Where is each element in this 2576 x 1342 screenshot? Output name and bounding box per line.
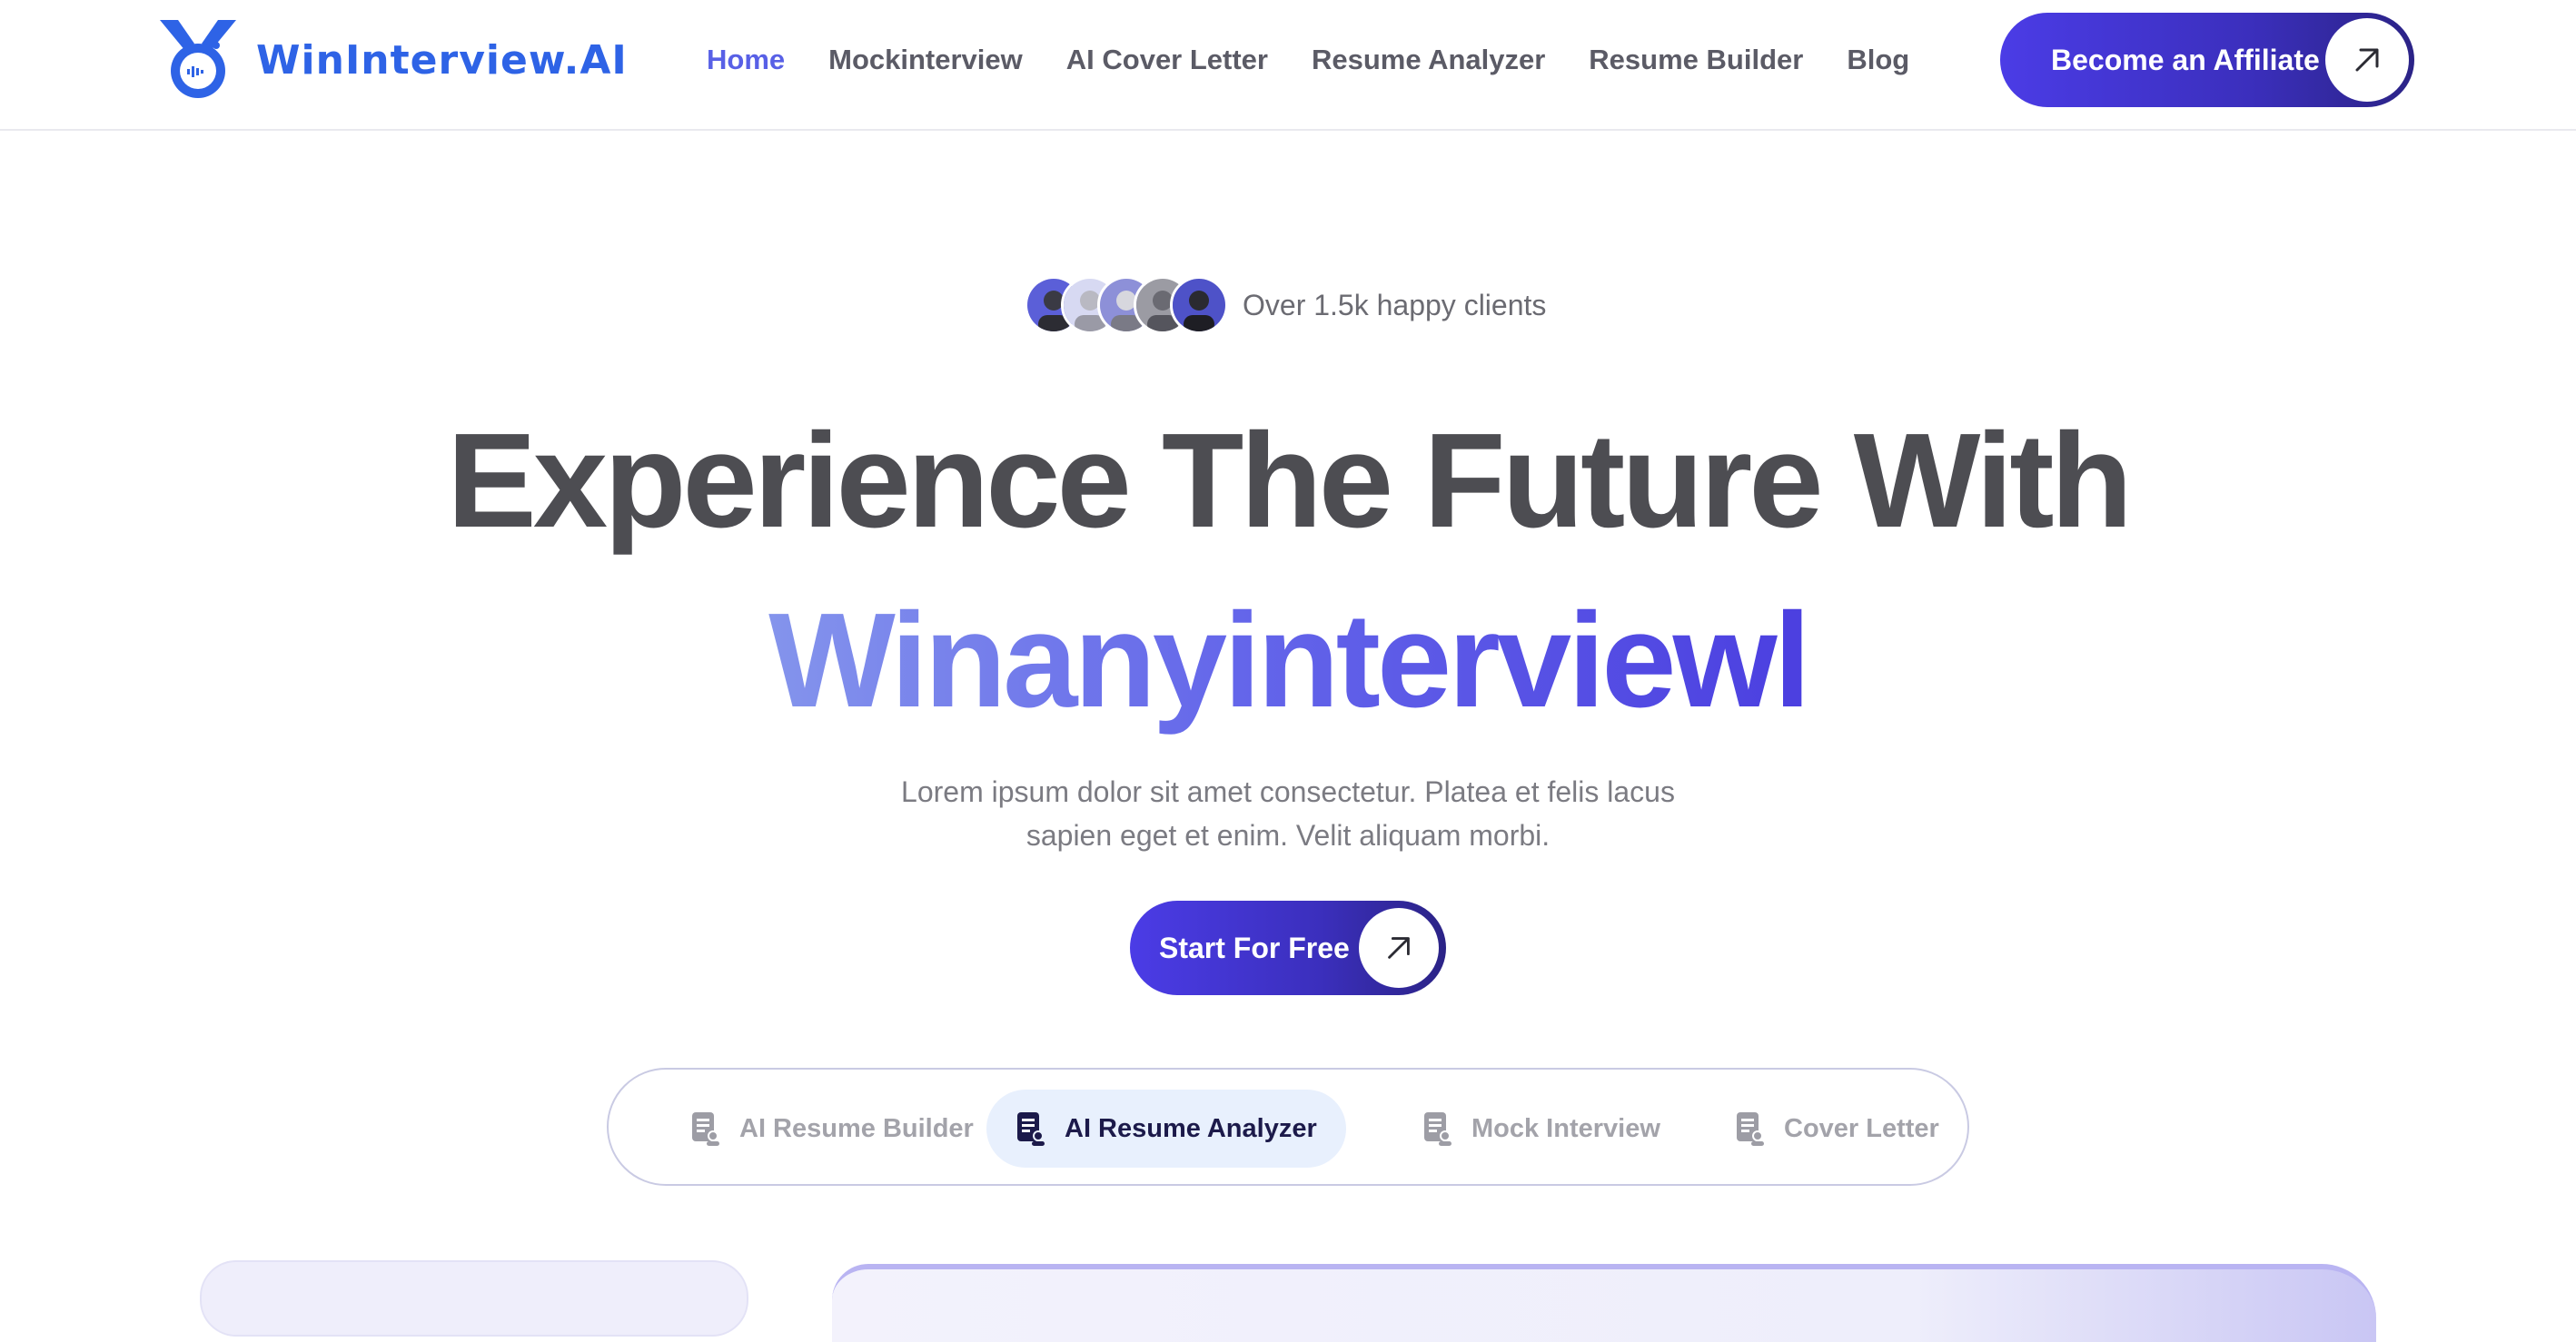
- nav-item-ai-cover-letter[interactable]: AI Cover Letter: [1066, 36, 1268, 84]
- tab-ai-resume-analyzer[interactable]: AI Resume Analyzer: [986, 1090, 1346, 1168]
- document-user-icon: [1017, 1112, 1045, 1146]
- start-for-free-label: Start For Free: [1159, 931, 1350, 964]
- tab-cover-letter[interactable]: Cover Letter: [1706, 1090, 1968, 1168]
- tab-label: Cover Letter: [1784, 1113, 1939, 1143]
- tab-label: AI Resume Builder: [739, 1113, 974, 1143]
- tab-label: AI Resume Analyzer: [1065, 1113, 1317, 1143]
- content-card-preview: [832, 1264, 2376, 1342]
- arrow-up-right-icon: [2325, 18, 2409, 102]
- document-user-icon: [692, 1112, 719, 1146]
- become-affiliate-button[interactable]: Become an Affiliate: [2000, 13, 2414, 107]
- hero-title: Experience The Future With: [447, 406, 2133, 556]
- document-user-icon: [1424, 1112, 1451, 1146]
- tab-ai-resume-builder[interactable]: AI Resume Builder: [661, 1090, 1003, 1168]
- tab-mock-interview[interactable]: Mock Interview: [1393, 1090, 1689, 1168]
- feature-tabs: AI Resume Builder AI Resume Analyzer Moc…: [607, 1068, 1969, 1186]
- nav-item-home[interactable]: Home: [707, 36, 785, 84]
- nav-item-resume-analyzer[interactable]: Resume Analyzer: [1312, 36, 1545, 84]
- avatar-group: [1025, 276, 1228, 334]
- hero-description: Lorem ipsum dolor sit amet consectetur. …: [901, 775, 1675, 852]
- happy-clients-text: Over 1.5k happy clients: [1243, 288, 1547, 321]
- arrow-up-right-icon: [1359, 908, 1439, 988]
- brand-name: WinInterview.AI: [256, 36, 628, 84]
- start-for-free-button[interactable]: Start For Free: [1130, 901, 1446, 995]
- site-header: WinInterview.AI Home Mockinterview AI Co…: [0, 0, 2576, 131]
- document-user-icon: [1737, 1112, 1764, 1146]
- medal-chat-logo-icon: [160, 20, 236, 98]
- nav-item-mockinterview[interactable]: Mockinterview: [828, 36, 1023, 84]
- nav-item-blog[interactable]: Blog: [1847, 36, 1909, 84]
- content-card-left: [200, 1260, 748, 1337]
- happy-clients: Over 1.5k happy clients: [1025, 272, 1546, 338]
- tab-label: Mock Interview: [1471, 1113, 1660, 1143]
- hero-brand-text: Winanyinterviewl: [768, 586, 1811, 735]
- become-affiliate-label: Become an Affiliate: [2051, 43, 2320, 76]
- nav-item-resume-builder[interactable]: Resume Builder: [1589, 36, 1803, 84]
- avatar: [1170, 276, 1228, 334]
- brand-logo[interactable]: WinInterview.AI: [158, 18, 628, 102]
- main-nav: Home Mockinterview AI Cover Letter Resum…: [707, 36, 1909, 84]
- hero-brand-title: Winanyinterviewl: [0, 579, 2576, 743]
